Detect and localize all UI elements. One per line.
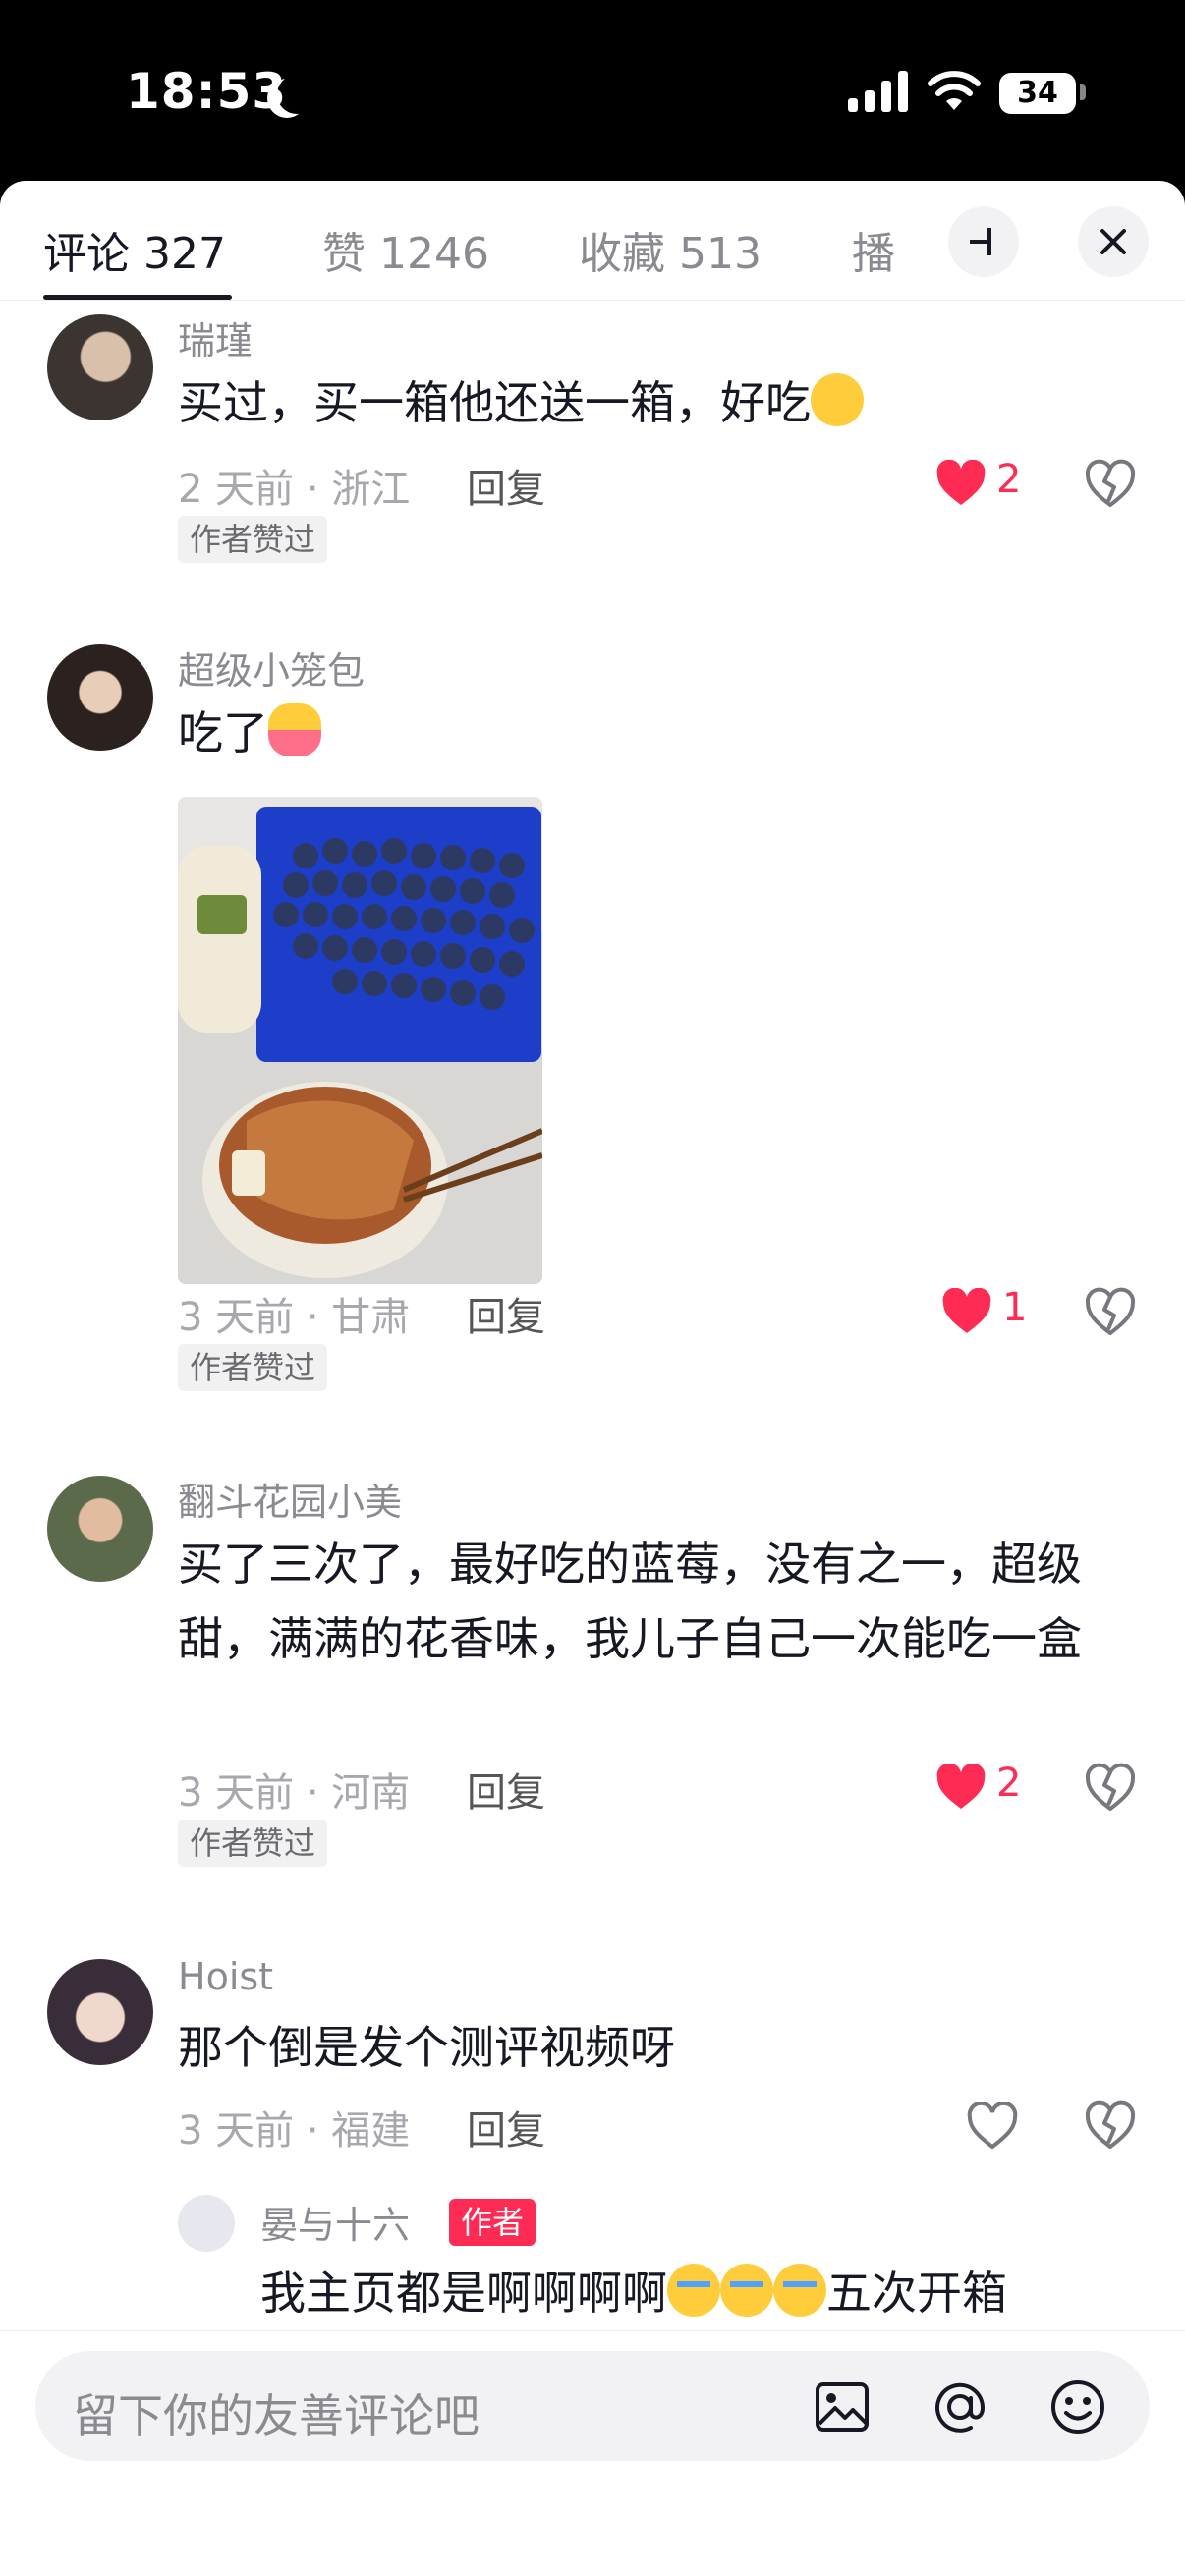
close-icon <box>1100 229 1126 254</box>
active-tab-underline <box>43 295 232 300</box>
wifi-icon <box>928 71 981 110</box>
comment-meta: 3 天前 · 河南 <box>178 1770 411 1816</box>
close-button[interactable] <box>1078 206 1149 277</box>
comment-username[interactable]: Hoist <box>178 1955 273 1998</box>
comment-meta: 2 天前 · 浙江 <box>178 467 411 512</box>
reply-button[interactable]: 回复 <box>467 1285 545 1342</box>
avatar[interactable] <box>178 2195 235 2252</box>
heart-filled-icon[interactable] <box>935 460 987 507</box>
comment-meta: 3 天前 · 福建 <box>178 2108 411 2154</box>
mention-icon[interactable] <box>930 2377 990 2437</box>
reply-username[interactable]: 晏与十六 <box>260 2195 410 2249</box>
blueberries-food-image <box>178 797 542 1284</box>
crying-emoji-icon <box>720 2264 773 2317</box>
author-liked-badge: 作者赞过 <box>178 516 328 563</box>
broken-heart-icon[interactable] <box>1085 1286 1136 1337</box>
heart-filled-icon[interactable] <box>941 1288 992 1335</box>
heart-filled-icon[interactable] <box>935 1764 987 1811</box>
hug-emoji-icon <box>268 703 321 756</box>
tab-comments[interactable]: 评论 327 <box>43 218 226 281</box>
comment-username[interactable]: 翻斗花园小美 <box>178 1472 402 1526</box>
status-bar: 18:53 34 <box>0 0 1185 187</box>
battery-cap <box>1080 84 1086 100</box>
reply-button[interactable]: 回复 <box>467 1761 545 1818</box>
comment-photo[interactable] <box>178 797 542 1284</box>
yum-emoji-icon <box>811 373 864 426</box>
image-icon[interactable] <box>812 2377 873 2437</box>
heart-outline-icon[interactable] <box>967 2102 1018 2150</box>
tab-likes[interactable]: 赞 1246 <box>322 218 489 281</box>
collapse-button[interactable] <box>948 206 1019 277</box>
comment-input-bar: 留下你的友善评论吧 <box>0 2330 1185 2576</box>
tab-bar: 评论 327 赞 1246 收藏 513 播 <box>0 181 1185 301</box>
comment-input-placeholder: 留下你的友善评论吧 <box>73 2389 480 2442</box>
moon-icon <box>277 75 316 114</box>
author-tag: 作者 <box>449 2199 536 2246</box>
tab-plays[interactable]: 播 <box>852 218 895 281</box>
crying-emoji-icon <box>773 2264 826 2317</box>
battery-icon: 34 <box>999 73 1076 114</box>
comment-username[interactable]: 瑞瑾 <box>178 310 253 364</box>
reply-text: 我主页都是啊啊啊啊 五次开箱 <box>260 2256 1145 2330</box>
comment-text: 吃了 <box>178 696 1121 770</box>
reply-button[interactable]: 回复 <box>467 2099 545 2156</box>
tab-favorites[interactable]: 收藏 513 <box>579 218 762 281</box>
broken-heart-icon[interactable] <box>1085 2100 1136 2151</box>
avatar[interactable] <box>47 1476 153 1582</box>
crying-emoji-icon <box>667 2264 720 2317</box>
comment-text: 买过，买一箱他还送一箱，好吃 <box>178 365 1121 440</box>
broken-heart-icon[interactable] <box>1085 458 1136 509</box>
author-liked-badge: 作者赞过 <box>178 1820 328 1867</box>
emoji-icon[interactable] <box>1047 2377 1108 2437</box>
reply-button[interactable]: 回复 <box>467 457 545 514</box>
like-count: 1 <box>1002 1285 1028 1330</box>
comments-sheet: 评论 327 赞 1246 收藏 513 播 瑞瑾 买过，买一箱他还送一箱，好吃… <box>0 181 1185 2576</box>
like-count: 2 <box>996 457 1022 502</box>
comment-text: 那个倒是发个测评视频呀 <box>178 2021 675 2074</box>
avatar[interactable] <box>47 644 153 751</box>
comment-text: 买了三次了，最好吃的蓝莓，没有之一，超级甜，满满的花香味，我儿子自己一次能吃一盒 <box>178 1538 1082 1665</box>
status-time: 18:53 <box>126 63 288 120</box>
comment-username[interactable]: 超级小笼包 <box>178 641 365 695</box>
signal-icon <box>848 69 909 112</box>
avatar[interactable] <box>47 1959 153 2065</box>
avatar[interactable] <box>47 314 153 420</box>
broken-heart-icon[interactable] <box>1085 1762 1136 1813</box>
comment-input[interactable]: 留下你的友善评论吧 <box>35 2351 1150 2461</box>
like-count: 2 <box>996 1761 1022 1806</box>
author-liked-badge: 作者赞过 <box>178 1344 328 1391</box>
comment-meta: 3 天前 · 甘肃 <box>178 1295 411 1340</box>
